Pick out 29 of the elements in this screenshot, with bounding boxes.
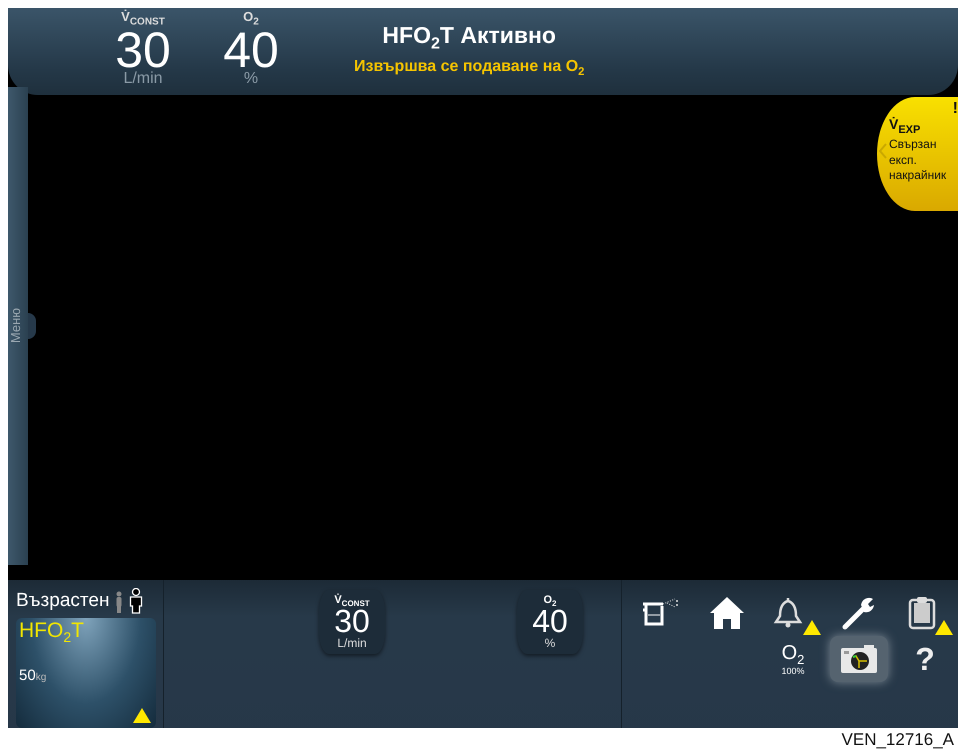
screenshot-button[interactable] [830,636,888,682]
help-button[interactable]: ? [892,636,958,682]
patient-mode: HFO$_{2}$T [18,618,85,646]
camera-icon [840,644,878,674]
parameter-label: V̇$_{CONST}$ [121,10,165,28]
alarm-message: Свързан експ. накрайник [889,137,948,184]
oxygen-label: O$_{2}$ [782,642,804,666]
figure-caption: VEN_12716_A [842,730,954,750]
wrench-icon [841,595,877,631]
o2-button[interactable]: O$_{2}$ 100% [760,636,826,682]
patient-weight: 50kg [19,667,48,684]
chevron-left-icon [879,143,887,159]
setting-control[interactable]: V̇$_{CONST}$ 30 L/min [319,590,385,654]
menu-tab[interactable]: Меню [8,87,36,565]
setting-control[interactable]: O$_{2}$ 40 % [517,590,583,654]
warning-icon [934,619,954,636]
home-icon [708,595,746,631]
patient-group: Възрастен [16,590,110,612]
oxygen-reading: 100% [781,666,805,676]
warning-icon [802,619,822,636]
parameter-unit: L/min [123,70,163,87]
mode-status-title: HFO$_{2}$T Активно [382,22,556,54]
alarm-tab[interactable]: ! V̇$_{EXP}$ Свързан експ. накрайник [877,97,958,211]
patient-card[interactable]: HFO$_{2}$T 50kg [16,618,156,728]
alarm-title: V̇$_{EXP}$ [889,115,922,138]
nebulizer-icon [641,598,681,628]
status-message: Извършва се подаване на O$_{2}$ [354,58,584,78]
alarm-marker: ! [952,99,958,119]
parameter-label: O$_{2}$ [243,10,259,28]
